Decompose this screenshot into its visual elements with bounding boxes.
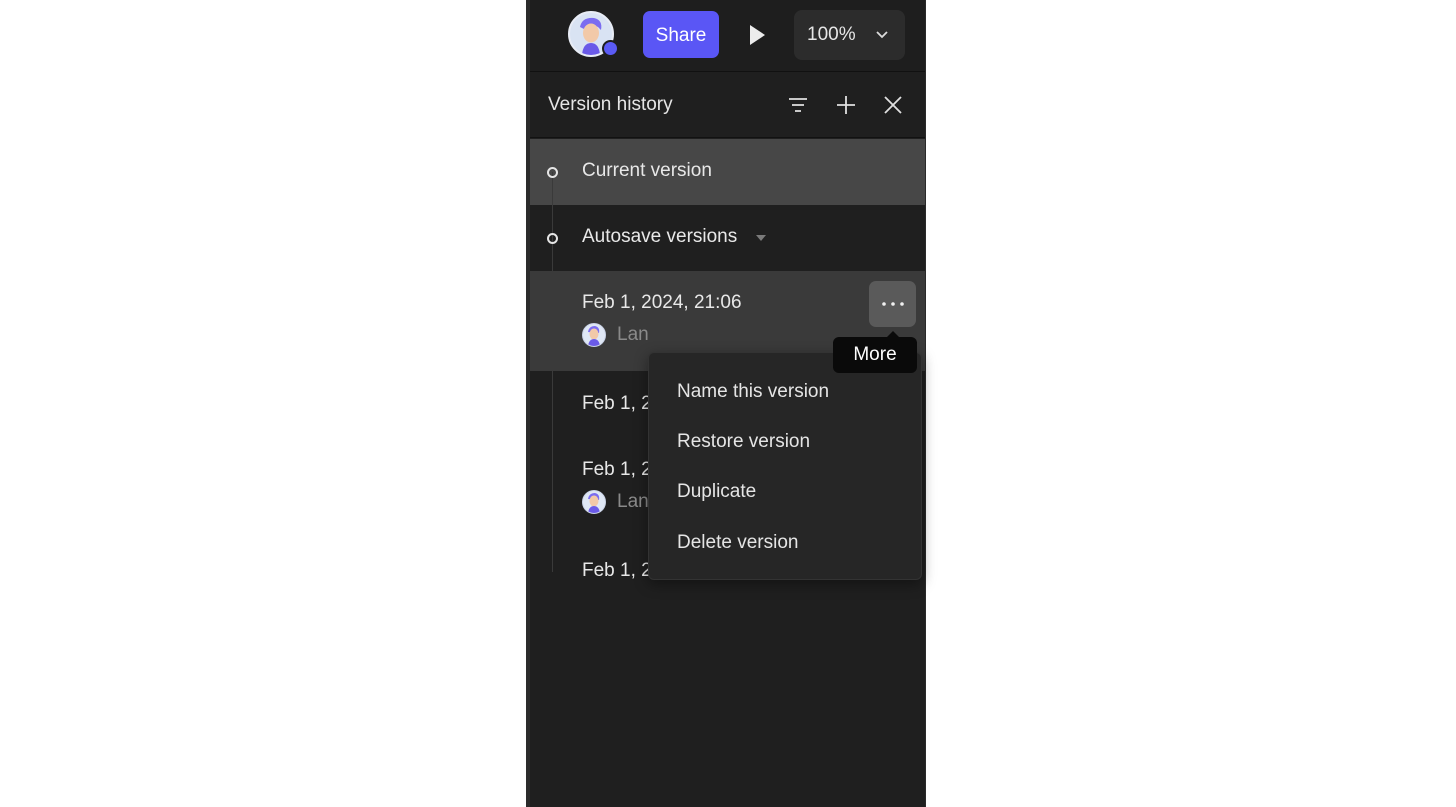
menu-item-restore-version[interactable]: Restore version: [649, 420, 921, 464]
version-author: Lan: [617, 491, 649, 512]
version-history-header: Version history: [530, 72, 925, 138]
autosave-versions-label: Autosave versions: [582, 226, 738, 247]
timeline-dot: [547, 167, 558, 178]
version-author: Lan: [617, 324, 649, 345]
version-timestamp: Feb 1, 2: [582, 393, 652, 414]
more-tooltip: More: [833, 337, 917, 373]
ellipsis-icon: [882, 302, 904, 306]
menu-item-delete-version[interactable]: Delete version: [649, 521, 921, 565]
zoom-value: 100%: [807, 24, 856, 45]
chevron-down-icon: [876, 31, 888, 39]
presence-indicator: [602, 40, 619, 57]
version-timestamp: Feb 1, 2: [582, 459, 652, 480]
close-icon[interactable]: [881, 93, 905, 117]
filter-icon[interactable]: [786, 93, 810, 117]
timeline-line: [552, 172, 553, 572]
author-avatar: [582, 323, 606, 347]
caret-down-icon: [756, 235, 766, 241]
plus-icon[interactable]: [834, 93, 858, 117]
author-avatar: [582, 490, 606, 514]
version-context-menu: Name this version Restore version Duplic…: [648, 352, 922, 580]
current-version-label: Current version: [582, 160, 712, 181]
menu-item-duplicate[interactable]: Duplicate: [649, 470, 921, 514]
more-options-button[interactable]: [869, 281, 916, 327]
version-history-panel: Share 100% Version history Current versi…: [526, 0, 926, 807]
play-icon[interactable]: [744, 22, 770, 48]
panel-title: Version history: [548, 94, 673, 115]
zoom-select[interactable]: 100%: [794, 10, 905, 60]
timeline-dot: [547, 233, 558, 244]
share-button[interactable]: Share: [643, 11, 719, 58]
version-timestamp: Feb 1, 2024, 21:06: [582, 292, 742, 313]
top-toolbar: Share 100%: [530, 0, 925, 72]
version-timestamp: Feb 1, 2: [582, 560, 652, 581]
menu-item-name-version[interactable]: Name this version: [649, 370, 921, 414]
